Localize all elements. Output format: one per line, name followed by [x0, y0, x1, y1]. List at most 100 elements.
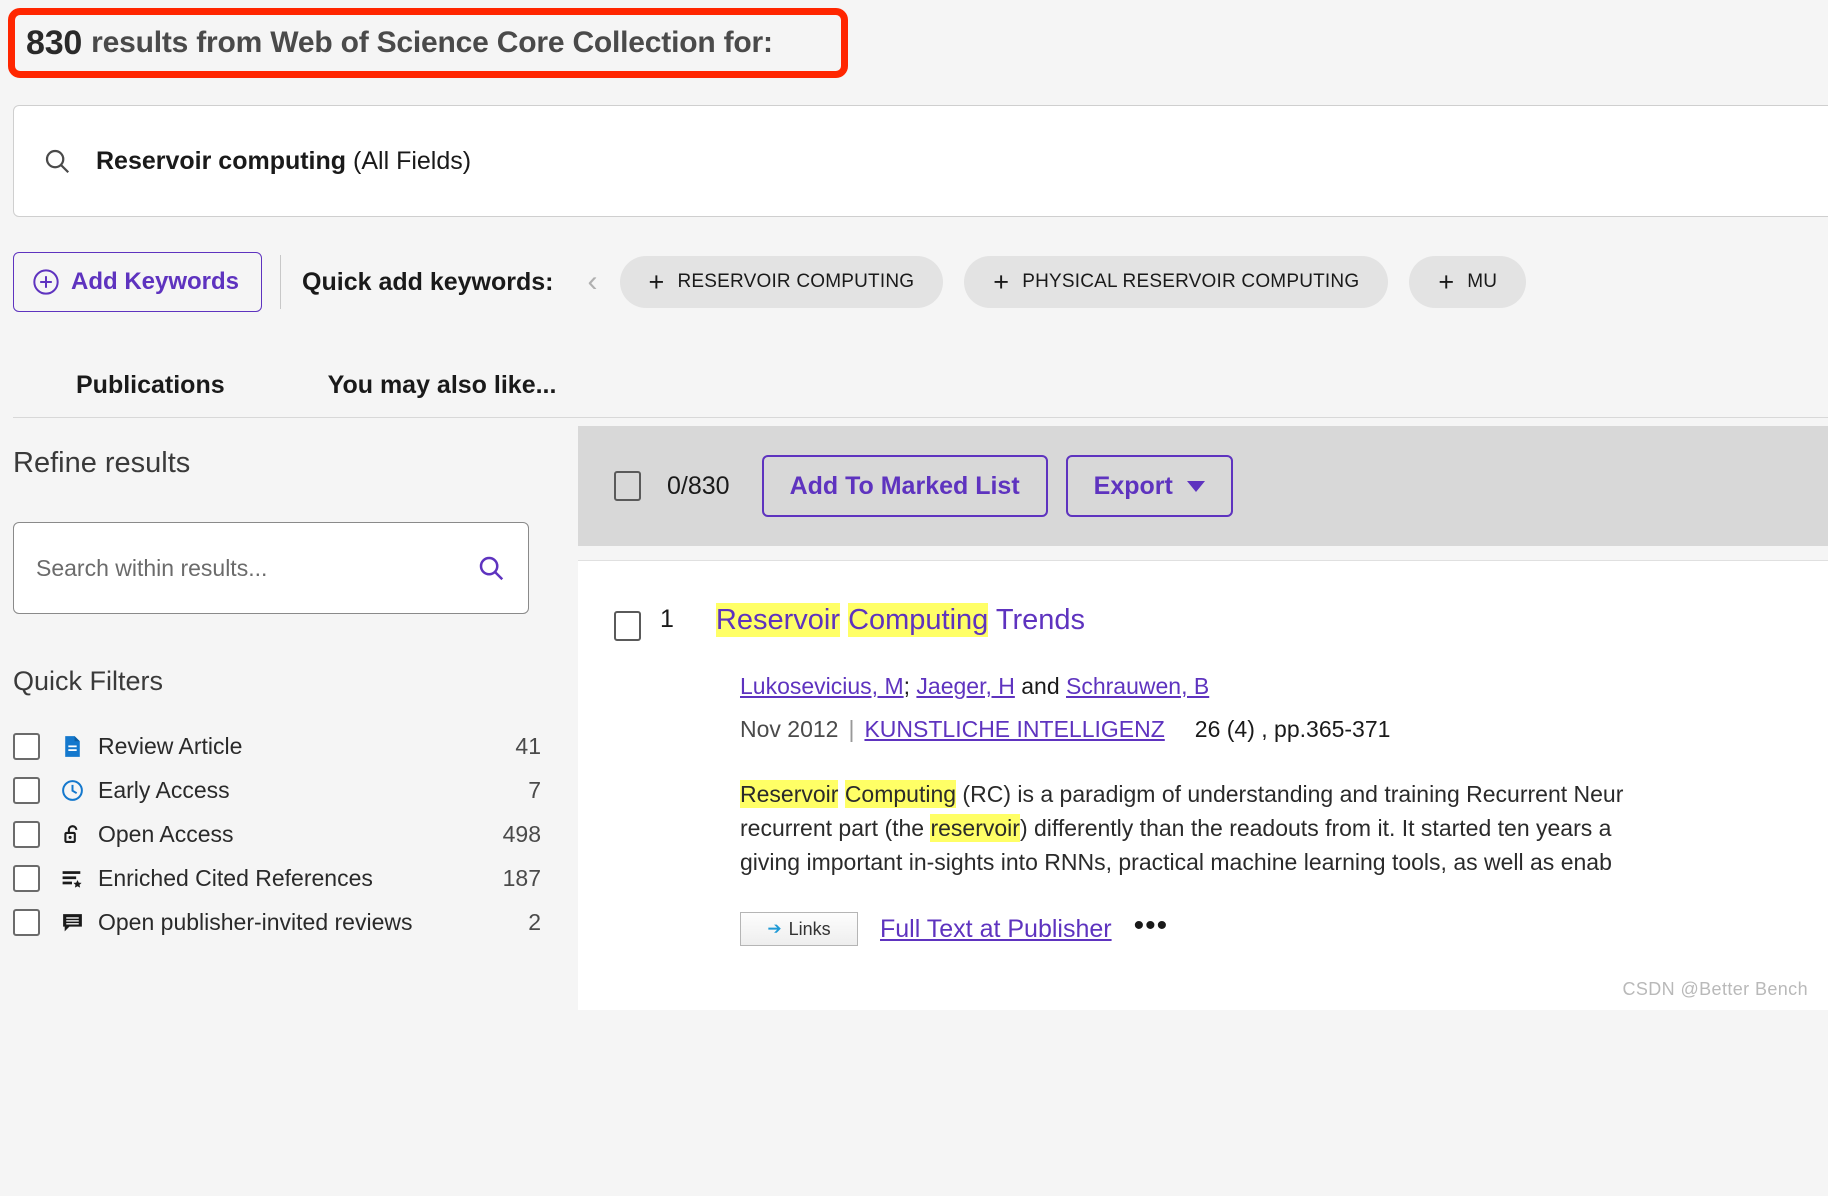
keyword-chip-label: PHYSICAL RESERVOIR COMPUTING: [1022, 271, 1360, 292]
author-sep: ;: [903, 673, 917, 699]
citation-info: 26 (4) , pp.365-371: [1194, 716, 1391, 742]
keyword-chip-label: MU: [1467, 271, 1498, 292]
export-label: Export: [1093, 471, 1173, 500]
filter-count: 7: [528, 776, 541, 803]
author-link[interactable]: Schrauwen, B: [1066, 673, 1209, 699]
list-star-icon: [59, 865, 86, 892]
abstract-text: giving important in-sights into RNNs, pr…: [740, 849, 1612, 876]
tab-publications[interactable]: Publications: [76, 371, 225, 400]
result-authors: Lukosevicius, M; Jaeger, H and Schrauwen…: [740, 673, 1828, 700]
results-count: 830: [26, 23, 83, 62]
chevron-down-icon: [1186, 480, 1205, 492]
add-to-marked-list-button[interactable]: Add To Marked List: [761, 455, 1048, 517]
filter-row-open-publisher-invited-reviews[interactable]: Open publisher-invited reviews 2: [13, 904, 541, 940]
title-rest: Trends: [988, 604, 1086, 636]
filter-count: 2: [528, 908, 541, 935]
filter-count: 187: [502, 864, 541, 891]
add-keywords-button[interactable]: Add Keywords: [13, 252, 263, 312]
search-query-bar[interactable]: Reservoir computing (All Fields): [13, 105, 1828, 217]
full-text-at-publisher-link[interactable]: Full Text at Publisher: [880, 915, 1112, 944]
keyword-chip[interactable]: + MU: [1409, 256, 1527, 308]
filter-label: Enriched Cited References: [98, 864, 373, 891]
results-toolbar: 0/830 Add To Marked List Export: [578, 426, 1828, 546]
search-icon: [42, 146, 72, 176]
results-header-container: 830 results from Web of Science Core Col…: [8, 8, 848, 78]
title-highlight: Computing: [848, 603, 989, 637]
source-separator: |: [848, 716, 855, 742]
abstract-line: Reservoir Computing (RC) is a paradigm o…: [740, 777, 1828, 811]
filter-label: Review Article: [98, 732, 243, 759]
filter-row-review-article[interactable]: Review Article 41: [13, 728, 541, 764]
page-title: 830 results from Web of Science Core Col…: [18, 14, 838, 72]
filter-checkbox[interactable]: [13, 864, 40, 892]
filter-count: 41: [515, 732, 541, 759]
publication-date: Nov 2012: [740, 716, 839, 742]
refine-results-sidebar: Refine results Quick Filters: [13, 418, 578, 1010]
filter-row-enriched-cited-references[interactable]: Enriched Cited References 187: [13, 860, 541, 896]
select-all-checkbox[interactable]: [614, 471, 641, 501]
keyword-chip[interactable]: + PHYSICAL RESERVOIR COMPUTING: [964, 256, 1389, 308]
filter-row-early-access[interactable]: Early Access 7: [13, 772, 541, 808]
selected-count: 0/830: [667, 471, 730, 500]
author-link[interactable]: Lukosevicius, M: [740, 673, 904, 699]
filter-label: Open publisher-invited reviews: [98, 908, 413, 935]
abstract-line: giving important in-sights into RNNs, pr…: [740, 845, 1828, 879]
filter-checkbox[interactable]: [13, 732, 40, 760]
results-header-text: results from Web of Science Core Collect…: [91, 26, 773, 59]
result-item: 1 Reservoir Computing Trends Lukoseviciu…: [578, 560, 1828, 1010]
author-link[interactable]: Jaeger, H: [916, 673, 1014, 699]
search-within-results[interactable]: [13, 522, 529, 614]
quick-add-keywords-row: Add Keywords Quick add keywords: ‹ + RES…: [13, 252, 1828, 312]
tab-you-may-also-like[interactable]: You may also like...: [328, 371, 557, 400]
plus-icon: +: [993, 266, 1010, 297]
keyword-chip[interactable]: + RESERVOIR COMPUTING: [619, 256, 944, 308]
links-button[interactable]: ➔ Links: [740, 912, 858, 947]
filter-checkbox[interactable]: [13, 776, 40, 804]
search-within-input[interactable]: [36, 554, 476, 582]
keyword-chip-label: RESERVOIR COMPUTING: [677, 271, 915, 292]
abstract-line: recurrent part (the reservoir) different…: [740, 811, 1828, 845]
author-conjunction: and: [1014, 673, 1067, 699]
add-to-marked-list-label: Add To Marked List: [789, 471, 1020, 500]
content-area: Refine results Quick Filters: [13, 418, 1828, 1010]
filter-count: 498: [502, 820, 541, 847]
unlock-icon: [59, 821, 86, 848]
clock-icon: [59, 777, 86, 804]
tab-bar: Publications You may also like...: [13, 348, 1828, 400]
quick-filters-title: Quick Filters: [13, 666, 164, 696]
add-keywords-label: Add Keywords: [71, 268, 240, 295]
result-abstract: Reservoir Computing (RC) is a paradigm o…: [740, 777, 1828, 879]
result-source-line: Nov 2012 | KUNSTLICHE INTELLIGENZ 26 (4)…: [740, 716, 1828, 743]
keyword-divider: [280, 255, 282, 309]
abstract-highlight: Computing: [844, 780, 957, 808]
results-column: 0/830 Add To Marked List Export 1 Reserv…: [578, 418, 1828, 1010]
document-icon: [59, 733, 86, 760]
keyword-chip-list: + RESERVOIR COMPUTING + PHYSICAL RESERVO…: [619, 256, 1527, 308]
result-checkbox[interactable]: [614, 611, 641, 641]
export-button[interactable]: Export: [1065, 455, 1233, 517]
filter-row-open-access[interactable]: Open Access 498: [13, 816, 541, 852]
arrow-right-icon: ➔: [767, 919, 782, 939]
abstract-text: ) differently than the readouts from it.…: [1019, 815, 1612, 842]
plus-icon: +: [1438, 266, 1455, 297]
query-text: Reservoir computing (All Fields): [96, 147, 471, 176]
result-title[interactable]: Reservoir Computing Trends: [715, 603, 1086, 637]
abstract-text: recurrent part (the: [740, 815, 931, 842]
plus-circle-icon: [32, 268, 60, 296]
quick-add-keywords-label: Quick add keywords:: [302, 267, 554, 296]
title-highlight: Reservoir: [715, 603, 840, 637]
links-label: Links: [788, 918, 831, 939]
chevron-left-icon[interactable]: ‹: [580, 265, 606, 299]
more-options-icon[interactable]: •••: [1134, 911, 1169, 941]
watermark: CSDN @Better Bench: [1622, 979, 1808, 999]
result-header-row: 1 Reservoir Computing Trends: [614, 603, 1828, 641]
filter-checkbox[interactable]: [13, 908, 40, 936]
search-icon[interactable]: [476, 553, 506, 583]
query-field: (All Fields): [353, 146, 472, 175]
refine-results-title: Refine results: [13, 447, 191, 479]
journal-link[interactable]: KUNSTLICHE INTELLIGENZ: [864, 716, 1164, 743]
filter-label: Early Access: [98, 776, 230, 803]
filter-checkbox[interactable]: [13, 820, 40, 848]
plus-icon: +: [648, 266, 665, 297]
abstract-text: (RC) is a paradigm of understanding and …: [956, 781, 1624, 807]
